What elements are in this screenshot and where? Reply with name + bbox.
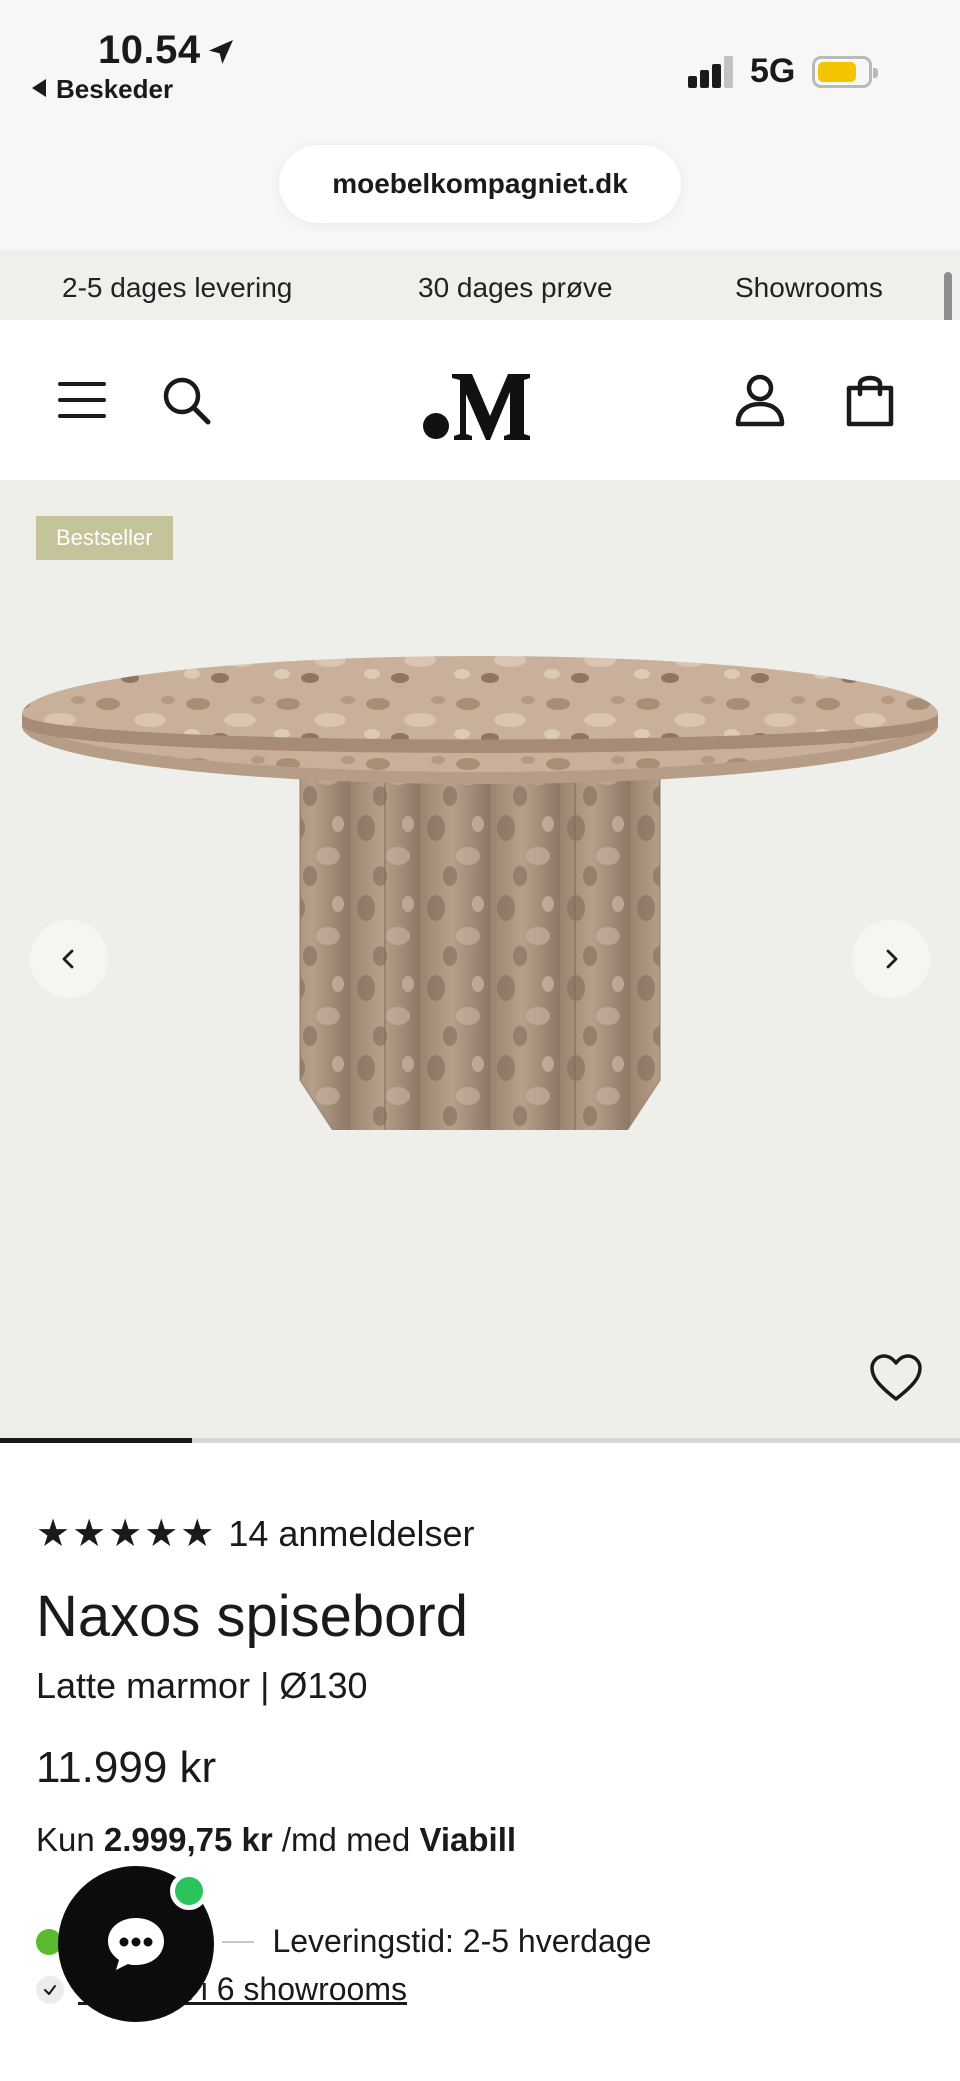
usp-delivery[interactable]: 2-5 dages levering bbox=[62, 272, 292, 304]
battery-icon bbox=[812, 56, 878, 88]
product-image bbox=[22, 656, 938, 1130]
financing-middle: /md med bbox=[281, 1821, 411, 1858]
back-to-app-button[interactable]: Beskeder bbox=[32, 74, 173, 105]
usp-trial[interactable]: 30 dages prøve bbox=[418, 272, 613, 304]
star-rating-icon: ★★★★★ bbox=[36, 1513, 217, 1555]
usp-showrooms[interactable]: Showrooms bbox=[735, 272, 883, 304]
financing-provider: Viabill bbox=[419, 1821, 517, 1858]
chevron-left-icon bbox=[62, 949, 74, 969]
gallery-progress bbox=[0, 1438, 960, 1443]
status-bar: 10.54 Beskeder 5G moebelkompagniet.dk bbox=[0, 0, 960, 250]
delivery-time: Leveringstid: 2-5 hverdage bbox=[272, 1923, 652, 1959]
bestseller-badge: Bestseller bbox=[36, 516, 173, 560]
clock: 10.54 bbox=[98, 28, 237, 73]
site-logo[interactable] bbox=[420, 364, 540, 444]
check-icon bbox=[36, 1975, 64, 2004]
url-bar[interactable]: moebelkompagniet.dk bbox=[279, 145, 681, 223]
back-triangle-icon bbox=[32, 79, 46, 97]
menu-icon[interactable] bbox=[52, 370, 112, 430]
site-header bbox=[0, 320, 960, 480]
gallery-progress-fill bbox=[0, 1438, 192, 1443]
clock-time: 10.54 bbox=[98, 28, 201, 72]
battery-level bbox=[818, 62, 856, 82]
product-gallery[interactable]: Bestseller bbox=[0, 480, 960, 1443]
cart-icon[interactable] bbox=[840, 370, 900, 430]
chevron-right-icon bbox=[886, 949, 898, 969]
network-type: 5G bbox=[750, 52, 796, 90]
financing-info: Kun 2.999,75 kr /md med Viabill bbox=[36, 1821, 516, 1859]
chat-bubble-icon bbox=[108, 1918, 164, 1970]
chat-online-indicator bbox=[170, 1872, 208, 1910]
location-arrow-icon bbox=[208, 40, 233, 65]
review-count[interactable]: 14 anmeldelser bbox=[228, 1513, 474, 1555]
account-icon[interactable] bbox=[730, 370, 790, 430]
back-app-label: Beskeder bbox=[56, 74, 174, 104]
gallery-prev-button[interactable] bbox=[30, 920, 108, 998]
wishlist-heart-icon[interactable] bbox=[868, 1352, 924, 1404]
product-price: 11.999 kr bbox=[36, 1743, 217, 1792]
product-variant: Latte marmor | Ø130 bbox=[36, 1665, 368, 1706]
divider bbox=[222, 1940, 255, 1943]
financing-amount: 2.999,75 kr bbox=[103, 1821, 273, 1858]
cellular-signal-icon bbox=[688, 56, 736, 88]
usp-bar: 2-5 dages levering 30 dages prøve Showro… bbox=[0, 250, 960, 320]
rating-row[interactable]: ★★★★★ 14 anmeldelser bbox=[36, 1511, 475, 1556]
search-icon[interactable] bbox=[156, 370, 216, 430]
gallery-next-button[interactable] bbox=[852, 920, 930, 998]
financing-prefix: Kun bbox=[36, 1821, 95, 1858]
product-title: Naxos spisebord bbox=[36, 1584, 468, 1649]
